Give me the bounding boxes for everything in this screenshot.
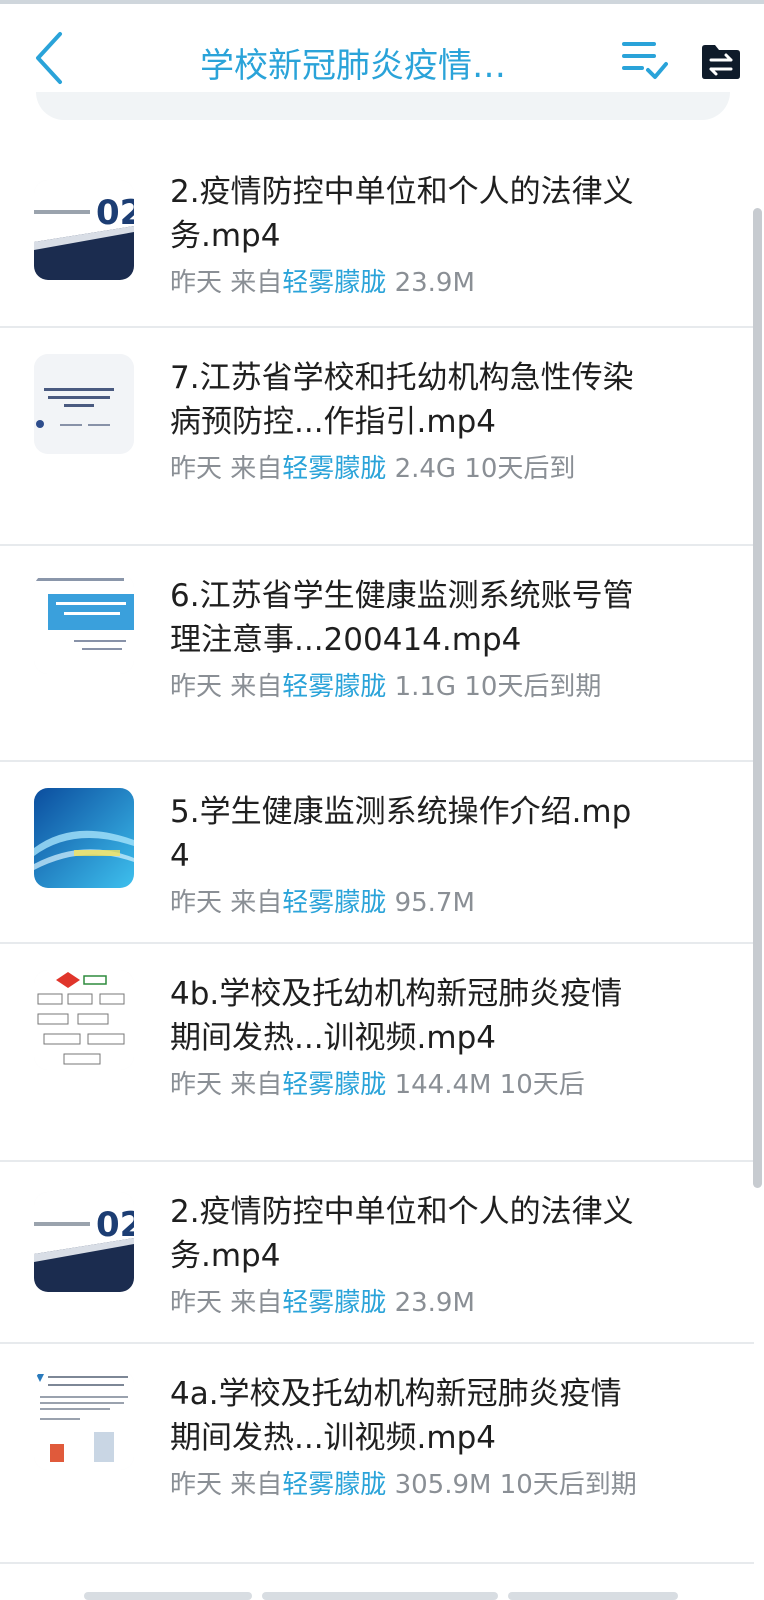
file-name: 4a.学校及托幼机构新冠肺炎疫情期间发热...训视频.mp4 bbox=[170, 1376, 622, 1456]
list-item[interactable]: 4b.学校及托幼机构新冠肺炎疫情期间发热...训视频.mp4 昨天 来自轻雾朦胧… bbox=[0, 944, 754, 1162]
file-date: 昨天 bbox=[170, 268, 223, 298]
bottom-tab-edge bbox=[84, 1592, 252, 1600]
file-meta: 昨天 来自轻雾朦胧 144.4M 10天后 bbox=[170, 1068, 640, 1102]
doc-slide-icon bbox=[34, 354, 134, 454]
file-thumbnail: 02 bbox=[34, 1192, 134, 1292]
file-thumbnail bbox=[34, 970, 134, 1070]
file-meta: 昨天 来自轻雾朦胧 2.4G 10天后到 bbox=[170, 452, 640, 486]
file-meta: 昨天 来自轻雾朦胧 305.9M 10天后到期 bbox=[170, 1468, 640, 1502]
list-item[interactable]: 7.江苏省学校和托幼机构急性传染病预防控...作指引.mp4 昨天 来自轻雾朦胧… bbox=[0, 328, 754, 546]
folder-switch-icon bbox=[702, 45, 740, 79]
file-from-label: 来自 bbox=[230, 268, 283, 298]
blue-wave-icon bbox=[34, 788, 134, 888]
header: 学校新冠肺炎疫情… bbox=[0, 4, 764, 100]
doc-blue-banner-icon bbox=[34, 574, 134, 674]
file-source: 轻雾朦胧 bbox=[282, 268, 387, 298]
file-name: 4b.学校及托幼机构新冠肺炎疫情期间发热...训视频.mp4 bbox=[170, 976, 623, 1056]
file-date: 昨天 bbox=[170, 1288, 223, 1318]
file-date: 昨天 bbox=[170, 672, 223, 702]
scrollbar[interactable] bbox=[753, 208, 762, 1188]
doc-text-icon bbox=[34, 1370, 134, 1470]
file-size: 1.1G bbox=[394, 672, 457, 702]
doc-02-icon: 02 bbox=[34, 180, 134, 280]
file-date: 昨天 bbox=[170, 454, 223, 484]
chevron-left-icon bbox=[36, 32, 62, 84]
file-source: 轻雾朦胧 bbox=[282, 888, 387, 918]
bottom-tab-edge bbox=[508, 1592, 678, 1600]
file-size: 144.4M bbox=[394, 1070, 492, 1100]
file-size: 305.9M bbox=[394, 1470, 492, 1500]
file-meta: 昨天 来自轻雾朦胧 23.9M bbox=[170, 266, 640, 300]
file-name: 2.疫情防控中单位和个人的法律义务.mp4 bbox=[170, 1194, 634, 1274]
search-bar-edge bbox=[36, 92, 730, 120]
file-from-label: 来自 bbox=[230, 888, 283, 918]
file-expiry: 10天后到期 bbox=[464, 672, 602, 702]
list-item[interactable]: 5.学生健康监测系统操作介绍.mp4 昨天 来自轻雾朦胧 95.7M bbox=[0, 762, 754, 944]
list-item[interactable]: 6.江苏省学生健康监测系统账号管理注意事...200414.mp4 昨天 来自轻… bbox=[0, 546, 754, 762]
file-name: 2.疫情防控中单位和个人的法律义务.mp4 bbox=[170, 174, 634, 254]
file-source: 轻雾朦胧 bbox=[282, 1070, 387, 1100]
sort-button[interactable] bbox=[620, 38, 668, 82]
file-source: 轻雾朦胧 bbox=[282, 454, 387, 484]
folder-switch-button[interactable] bbox=[700, 42, 742, 82]
file-source: 轻雾朦胧 bbox=[282, 1288, 387, 1318]
page-title: 学校新冠肺炎疫情… bbox=[200, 46, 506, 82]
file-thumbnail bbox=[34, 788, 134, 888]
file-name: 6.江苏省学生健康监测系统账号管理注意事...200414.mp4 bbox=[170, 578, 634, 658]
file-source: 轻雾朦胧 bbox=[282, 672, 387, 702]
file-source: 轻雾朦胧 bbox=[282, 1470, 387, 1500]
file-size: 2.4G bbox=[394, 454, 457, 484]
file-expiry: 10天后到 bbox=[464, 454, 576, 484]
bottom-tab-edge bbox=[262, 1592, 498, 1600]
file-size: 95.7M bbox=[394, 888, 475, 918]
file-from-label: 来自 bbox=[230, 454, 283, 484]
file-list: 02 2.疫情防控中单位和个人的法律义务.mp4 昨天 来自轻雾朦胧 23.9M bbox=[0, 150, 754, 1564]
file-from-label: 来自 bbox=[230, 672, 283, 702]
file-size: 23.9M bbox=[394, 1288, 475, 1318]
file-date: 昨天 bbox=[170, 888, 223, 918]
file-date: 昨天 bbox=[170, 1470, 223, 1500]
file-from-label: 来自 bbox=[230, 1288, 283, 1318]
file-expiry: 10天后到期 bbox=[499, 1470, 637, 1500]
file-thumbnail bbox=[34, 574, 134, 674]
list-item[interactable]: 4a.学校及托幼机构新冠肺炎疫情期间发热...训视频.mp4 昨天 来自轻雾朦胧… bbox=[0, 1344, 754, 1564]
file-name: 7.江苏省学校和托幼机构急性传染病预防控...作指引.mp4 bbox=[170, 360, 634, 440]
file-thumbnail bbox=[34, 1370, 134, 1470]
file-meta: 昨天 来自轻雾朦胧 23.9M bbox=[170, 1286, 640, 1320]
file-thumbnail bbox=[34, 354, 134, 454]
list-item[interactable]: 02 2.疫情防控中单位和个人的法律义务.mp4 昨天 来自轻雾朦胧 23.9M bbox=[0, 1162, 754, 1344]
flowchart-icon bbox=[34, 970, 134, 1070]
file-meta: 昨天 来自轻雾朦胧 1.1G 10天后到期 bbox=[170, 670, 640, 704]
file-size: 23.9M bbox=[394, 268, 475, 298]
file-date: 昨天 bbox=[170, 1070, 223, 1100]
back-button[interactable] bbox=[30, 30, 70, 86]
sort-check-icon bbox=[622, 42, 668, 79]
file-thumbnail: 02 bbox=[34, 180, 134, 280]
list-item[interactable]: 02 2.疫情防控中单位和个人的法律义务.mp4 昨天 来自轻雾朦胧 23.9M bbox=[0, 150, 754, 328]
bottom-tab-edges bbox=[0, 1592, 764, 1600]
doc-02-icon: 02 bbox=[34, 1192, 134, 1292]
file-meta: 昨天 来自轻雾朦胧 95.7M bbox=[170, 886, 640, 920]
file-expiry: 10天后 bbox=[499, 1070, 585, 1100]
file-from-label: 来自 bbox=[230, 1470, 283, 1500]
file-from-label: 来自 bbox=[230, 1070, 283, 1100]
file-name: 5.学生健康监测系统操作介绍.mp4 bbox=[170, 794, 632, 874]
